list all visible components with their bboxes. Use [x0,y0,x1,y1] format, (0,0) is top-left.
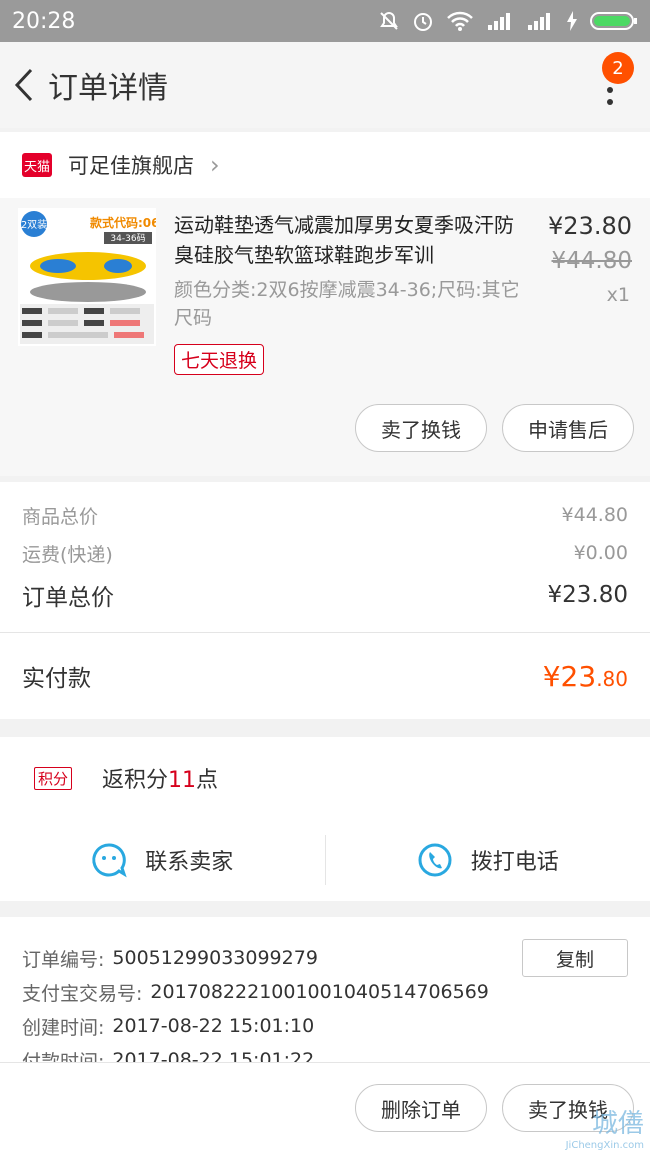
product-sku: 颜色分类:2双6按摩减震34-36;尺码:其它尺码 [174,279,520,329]
alipay-number-row: 支付宝交易号: 2017082221001001040514706569 [22,975,628,1009]
more-icon-dot [607,99,613,105]
order-total-value: ¥23.80 [547,582,628,608]
product-title[interactable]: 运动鞋垫透气减震加厚男女夏季吸汗防臭硅胶气垫软篮球鞋跑步军训 [174,210,526,270]
order-number-label: 订单编号: [22,948,105,971]
tmall-logo: 天猫 [22,153,52,177]
chat-face-icon [92,843,127,878]
signal-2-icon [528,13,550,30]
watermark-main: 城僐 [591,1109,644,1139]
after-sale-button[interactable]: 申请售后 [502,404,634,452]
order-info: 订单编号: 500512990330992​79 支付宝交易号: 2017082… [0,917,650,1073]
shop-name: 可足佳旗舰店 [68,154,194,178]
order-number-value[interactable]: 500512990330992​79 [112,947,318,969]
more-icon-dot [607,87,613,93]
contact-seller-button[interactable]: 联系卖家 [0,819,325,901]
product-image[interactable]: 2双装 款式代码:06 34-36码 [18,208,156,346]
back-arrow-icon [14,68,33,102]
charging-icon [567,11,577,31]
bottom-action-bar: 删除订单 卖了换钱 城僐 JiChengXin.com [0,1062,650,1155]
status-bar: 20:28 [0,0,650,42]
section-gap [0,719,650,737]
paid-row: 实付款 ¥23.80 [0,632,650,719]
price-summary: 商品总价 ¥44.80 运费(快递) ¥0.00 订单总价 ¥23.80 实付款… [0,482,650,719]
copy-order-number-button[interactable]: 复制 [522,939,628,977]
contact-row: 联系卖家 拨打电话 [0,819,650,901]
shipping-value: ¥0.00 [573,542,628,564]
paid-value-dec: .80 [596,666,628,691]
created-time-label: 创建时间: [22,1016,105,1039]
product-original-price: ¥44.80 [551,248,632,274]
back-button[interactable] [2,42,46,128]
shipping-row: 运费(快递) ¥0.00 [0,534,650,572]
mute-icon [380,11,398,30]
status-icons [378,10,638,32]
alipay-number-label: 支付宝交易号: [22,982,143,1005]
goods-total-label: 商品总价 [22,505,99,528]
created-time-value: 2017-08-22 15:01:10 [112,1015,315,1037]
goods-total-value: ¥44.80 [561,504,628,526]
contact-seller-label: 联系卖家 [145,850,234,875]
image-code-text: 款式代码:06 [90,215,156,230]
points-row: 积分 返积分11点 [0,737,650,819]
paid-value: ¥23.80 [543,660,628,693]
signal-icon [488,13,510,30]
paid-label: 实付款 [22,666,91,692]
points-suffix: 点 [196,768,219,793]
points-count: 11 [168,768,197,793]
notification-badge: 2 [602,52,634,84]
delete-order-button[interactable]: 删除订单 [355,1084,487,1132]
nav-bar: 订单详情 2 [0,42,650,128]
insole-image-icon: 2双装 款式代码:06 34-36码 [18,208,156,346]
points-tag: 积分 [34,766,73,790]
status-time: 20:28 [12,8,76,34]
order-total-row: 订单总价 ¥23.80 [0,572,650,618]
call-phone-label: 拨打电话 [470,850,559,875]
wifi-icon [447,11,473,31]
image-size-text: 34-36码 [110,233,145,244]
product-card[interactable]: 2双装 款式代码:06 34-36码 运动鞋垫透气减震加厚男女夏季吸汗防臭硅胶气… [0,198,650,476]
battery-icon [590,12,637,30]
paid-value-int: ¥23 [542,659,597,693]
goods-total-row: 商品总价 ¥44.80 [0,496,650,534]
seven-day-return-tag: 七天退换 [174,344,265,375]
points-prefix: 返积分 [102,768,169,793]
sell-button[interactable]: 卖了换钱 [355,404,487,452]
shop-row[interactable]: 天猫 可足佳旗舰店 › [0,132,650,198]
call-phone-button[interactable]: 拨打电话 [326,819,650,901]
page-title: 订单详情 [48,71,168,106]
watermark: 城僐 JiChengXin.com [566,1103,644,1151]
created-time-row: 创建时间: 2017-08-22 15:01:10 [22,1009,628,1043]
product-quantity: x1 [606,284,630,306]
phone-icon [418,843,452,877]
alipay-number-value: 2017082221001001040514706569 [150,981,489,1003]
alarm-icon [414,13,432,31]
shipping-label: 运费(快递) [22,543,113,566]
watermark-sub: JiChengXin.com [565,1140,644,1151]
product-price: ¥23.80 [548,212,632,240]
points-text: 返积分11点 [102,762,218,794]
image-pair-text: 2双装 [21,218,47,231]
order-total-label: 订单总价 [22,585,114,611]
chevron-right-icon: › [210,151,220,179]
